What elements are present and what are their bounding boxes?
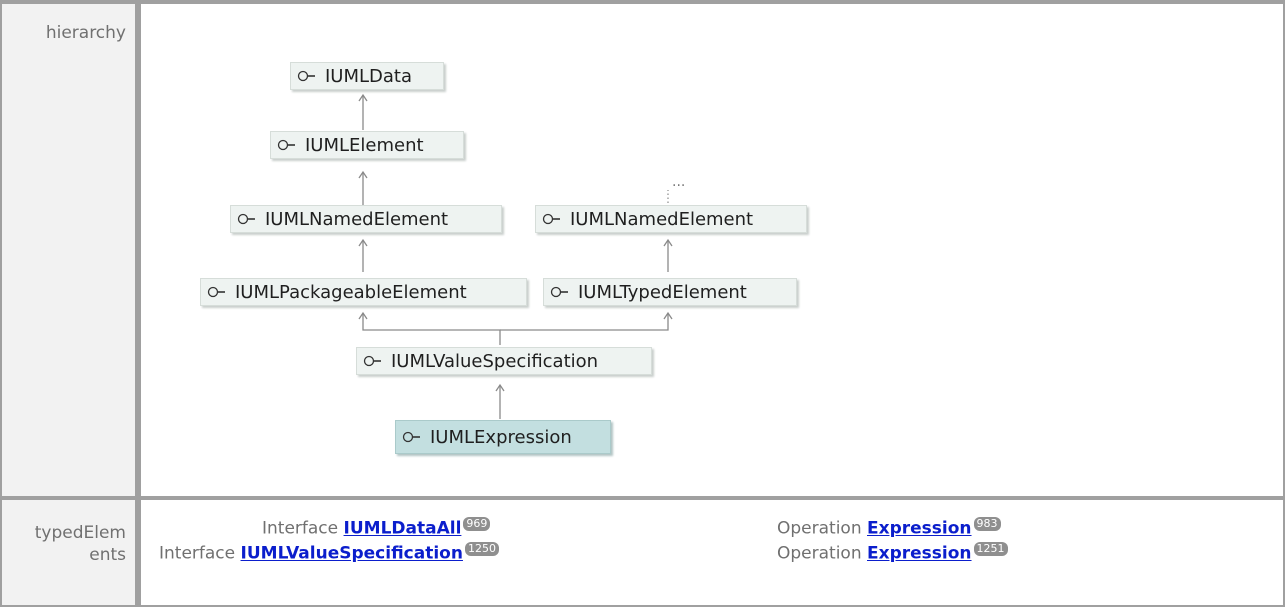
node-iumlelement[interactable]: IUMLElement [270, 131, 464, 159]
count-badge: 1251 [973, 542, 1008, 556]
interface-lollipop-icon [237, 213, 255, 225]
node-label: IUMLTypedElement [578, 281, 747, 303]
node-label: IUMLNamedElement [570, 208, 754, 230]
interface-lollipop-icon [402, 431, 420, 443]
node-iumlnamedelement-left[interactable]: IUMLNamedElement [230, 205, 502, 233]
continuation-ellipsis: ... [672, 174, 686, 190]
node-iumltypedelement[interactable]: IUMLTypedElement [543, 278, 797, 306]
typed-elements-label: typedElem ents [34, 523, 126, 565]
typed-link-expression[interactable]: Expression [867, 519, 972, 539]
typed-element-row: Interface IUMLDataAll 969 [262, 517, 491, 539]
typed-kind: Operation [777, 543, 862, 564]
node-iumlpackageableelement[interactable]: IUMLPackageableElement [200, 278, 527, 306]
node-label: IUMLNamedElement [265, 208, 449, 230]
interface-lollipop-icon [550, 286, 568, 298]
count-badge: 983 [973, 517, 1001, 531]
count-badge: 1250 [464, 542, 499, 556]
node-iumldata[interactable]: IUMLData [290, 62, 444, 90]
hierarchy-edges [358, 93, 673, 419]
node-iumlnamedelement-right[interactable]: IUMLNamedElement [535, 205, 807, 233]
node-iumlvaluespecification[interactable]: IUMLValueSpecification [356, 347, 652, 375]
typed-kind: Interface [262, 518, 339, 539]
node-label: IUMLExpression [430, 426, 572, 448]
count-badge: 969 [463, 517, 491, 531]
typed-link-iumlvaluespecification[interactable]: IUMLValueSpecification [241, 544, 463, 564]
interface-lollipop-icon [542, 213, 560, 225]
typed-element-row: Interface IUMLValueSpecification 1250 [159, 542, 499, 564]
typed-link-iumldataall[interactable]: IUMLDataAll [344, 519, 462, 539]
typed-kind: Operation [777, 518, 862, 539]
node-label: IUMLElement [305, 134, 424, 156]
edge-valuespec-to-typed [500, 313, 669, 331]
interface-lollipop-icon [363, 355, 381, 367]
typed-kind: Interface [159, 543, 236, 564]
node-label: IUMLValueSpecification [391, 350, 599, 372]
node-label: IUMLData [325, 65, 413, 87]
node-iumlexpression-selected[interactable]: IUMLExpression [395, 420, 611, 454]
typed-element-row: Operation Expression 1251 [777, 542, 1008, 564]
typed-link-expression[interactable]: Expression [867, 544, 972, 564]
interface-lollipop-icon [277, 139, 295, 151]
edge-valuespec-to-packageable [362, 313, 501, 345]
typed-element-row: Operation Expression 983 [777, 517, 1001, 539]
node-label: IUMLPackageableElement [235, 281, 467, 303]
interface-lollipop-icon [207, 286, 225, 298]
interface-lollipop-icon [297, 70, 315, 82]
